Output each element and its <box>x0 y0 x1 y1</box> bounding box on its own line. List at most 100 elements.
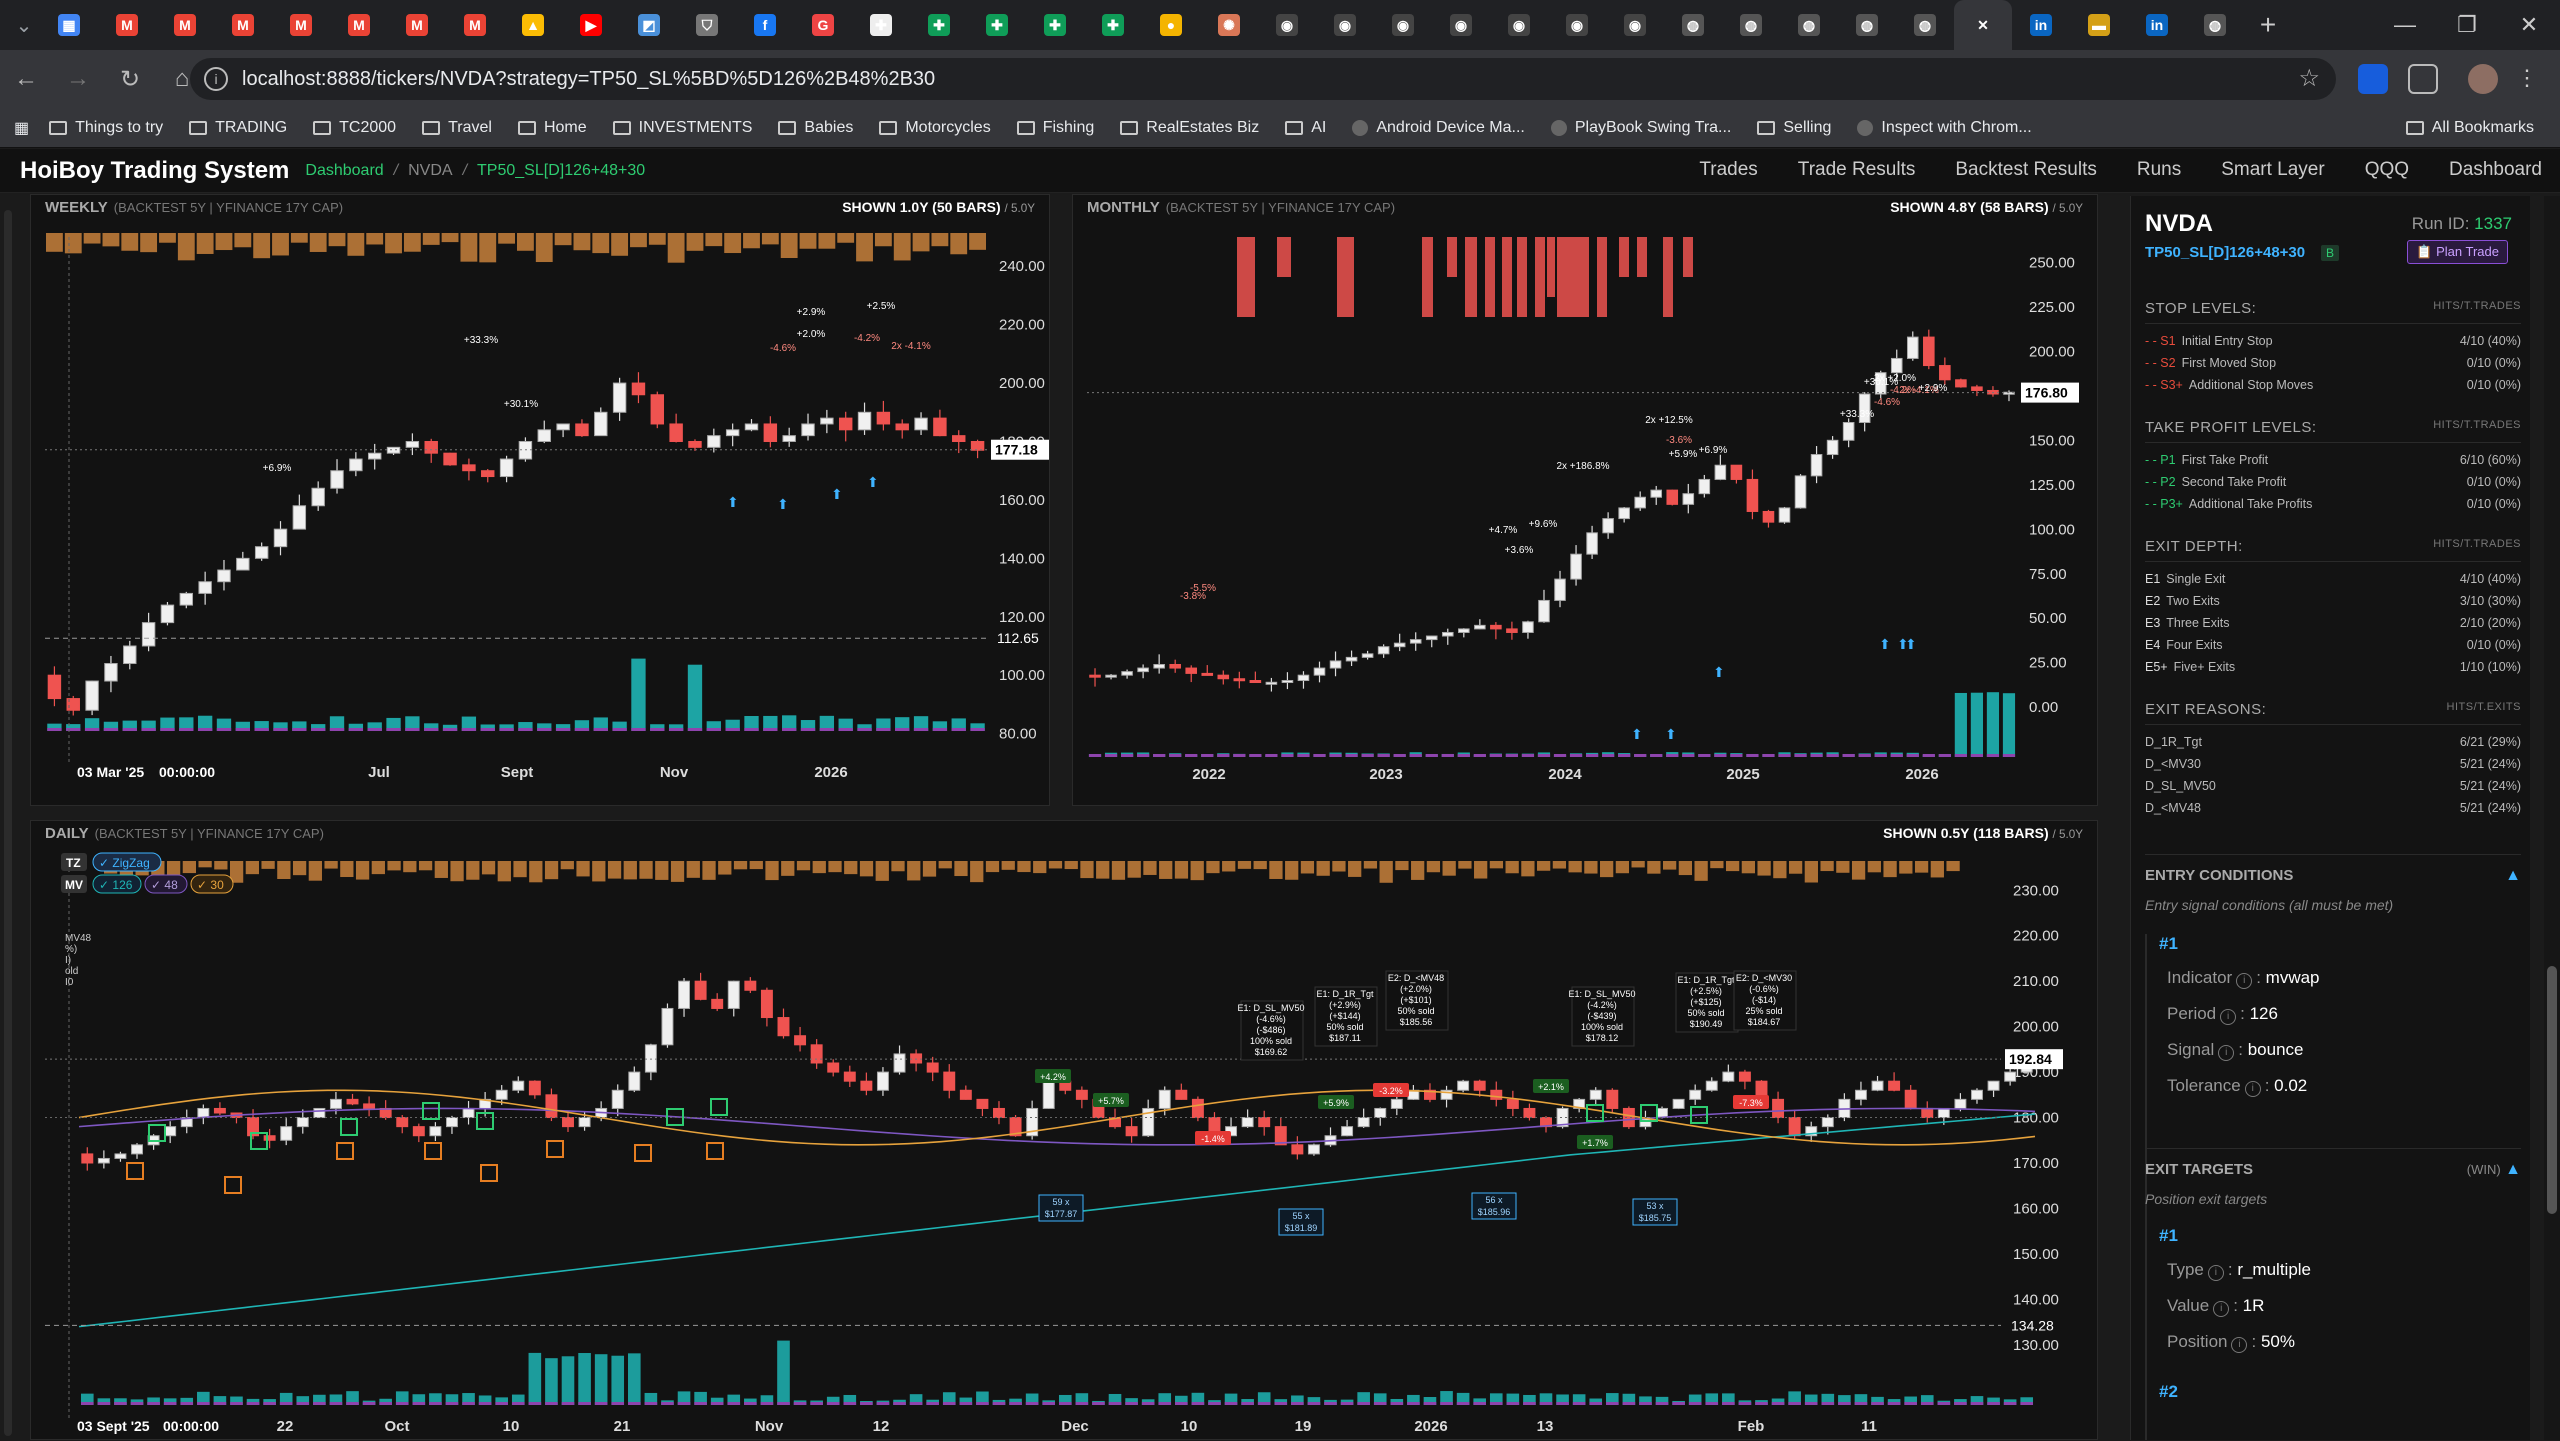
bookmark-fishing[interactable]: Fishing <box>1016 119 1094 137</box>
bookmark-babies[interactable]: Babies <box>778 119 853 137</box>
forward-button[interactable]: → <box>52 50 104 108</box>
browser-tab[interactable]: M <box>330 0 388 50</box>
browser-tab[interactable]: M <box>214 0 272 50</box>
info-icon[interactable]: i <box>2218 1045 2235 1061</box>
browser-tab[interactable]: ⛉ <box>678 0 736 50</box>
browser-tab[interactable]: ▲ <box>504 0 562 50</box>
nav-trades[interactable]: Trades <box>1699 159 1757 181</box>
nav-qqq[interactable]: QQQ <box>2365 159 2409 181</box>
new-tab-button[interactable]: + <box>2244 9 2292 41</box>
app-title[interactable]: HoiBoy Trading System <box>20 157 289 185</box>
close-window-button[interactable]: ✕ <box>2498 0 2560 50</box>
browser-tab[interactable]: M <box>272 0 330 50</box>
back-button[interactable]: ← <box>0 50 52 108</box>
maximize-button[interactable]: ❐ <box>2436 0 2498 50</box>
plan-trade-button[interactable]: 📋 Plan Trade <box>2407 240 2508 264</box>
bookmark-inspect-with-chrom-[interactable]: Inspect with Chrom... <box>1857 119 2032 137</box>
reload-button[interactable]: ↻ <box>104 50 156 108</box>
browser-tab[interactable]: ◩ <box>620 0 678 50</box>
address-bar[interactable]: i localhost:8888/tickers/NVDA?strategy=T… <box>190 58 2336 100</box>
browser-tab[interactable]: ◉ <box>1432 0 1490 50</box>
browser-tab[interactable]: M <box>446 0 504 50</box>
info-icon[interactable]: i <box>2236 973 2253 989</box>
browser-tab[interactable]: ◉ <box>1258 0 1316 50</box>
bookmark-motorcycles[interactable]: Motorcycles <box>879 119 991 137</box>
browser-tab[interactable]: ✚ <box>1084 0 1142 50</box>
browser-tab[interactable]: ◍ <box>1838 0 1896 50</box>
browser-tab[interactable]: M <box>156 0 214 50</box>
minimize-button[interactable]: — <box>2374 0 2436 50</box>
info-icon[interactable]: i <box>2231 1337 2248 1353</box>
collapse-triangle-icon[interactable]: ▲ <box>2505 867 2521 885</box>
browser-tab[interactable]: ◍ <box>1722 0 1780 50</box>
side-panel-scrollbar[interactable] <box>2544 196 2560 1440</box>
bookmark-tc2000[interactable]: TC2000 <box>313 119 396 137</box>
bookmark-star-icon[interactable]: ☆ <box>2298 64 2320 93</box>
browser-tab[interactable]: ◉ <box>1490 0 1548 50</box>
bitwarden-extension-icon[interactable] <box>2358 64 2388 94</box>
scrollbar-thumb[interactable] <box>2547 966 2557 1214</box>
browser-tab[interactable]: ▶ <box>562 0 620 50</box>
extensions-puzzle-icon[interactable] <box>2408 64 2438 94</box>
browser-tab[interactable]: ◉ <box>1606 0 1664 50</box>
menu-kebab-icon[interactable]: ⋮ <box>2516 64 2538 94</box>
browser-tab[interactable]: ● <box>1142 0 1200 50</box>
collapse-triangle-icon[interactable]: ▲ <box>2505 1161 2521 1178</box>
all-bookmarks[interactable]: All Bookmarks <box>2405 119 2534 137</box>
browser-tab[interactable]: ◍ <box>1896 0 1954 50</box>
browser-tab[interactable]: ◍ <box>2186 0 2244 50</box>
browser-tab[interactable]: G <box>794 0 852 50</box>
nav-smart-layer[interactable]: Smart Layer <box>2221 159 2324 181</box>
info-icon[interactable]: i <box>2207 1265 2224 1281</box>
browser-tab[interactable]: ▦ <box>40 0 98 50</box>
browser-tab[interactable]: ▬ <box>2070 0 2128 50</box>
browser-tab[interactable]: ◉ <box>1548 0 1606 50</box>
bookmark-things-to-try[interactable]: Things to try <box>49 119 163 137</box>
exit-targets-header[interactable]: EXIT TARGETS (WIN) ▲ Position exit targe… <box>2145 1148 2521 1207</box>
apps-grid-icon[interactable]: ▦ <box>14 118 29 138</box>
bookmark-selling[interactable]: Selling <box>1757 119 1831 137</box>
site-info-icon[interactable]: i <box>204 67 228 91</box>
nav-runs[interactable]: Runs <box>2137 159 2181 181</box>
daily-chart[interactable]: 230.00220.00210.00200.00190.00180.00170.… <box>31 843 2099 1441</box>
profile-avatar[interactable] <box>2468 64 2498 94</box>
browser-tab[interactable]: ✚ <box>1026 0 1084 50</box>
bookmark-investments[interactable]: INVESTMENTS <box>612 119 752 137</box>
browser-tab[interactable]: M <box>388 0 446 50</box>
bookmark-trading[interactable]: TRADING <box>189 119 287 137</box>
browser-tab[interactable]: ◉ <box>1316 0 1374 50</box>
browser-tab[interactable]: in <box>2012 0 2070 50</box>
breadcrumb-dashboard[interactable]: Dashboard <box>305 162 383 179</box>
browser-tab[interactable]: M <box>98 0 156 50</box>
bookmark-realestates-biz[interactable]: RealEstates Biz <box>1120 119 1259 137</box>
browser-tab[interactable]: ✚ <box>910 0 968 50</box>
bookmark-ai[interactable]: AI <box>1285 119 1326 137</box>
strategy-name[interactable]: TP50_SL[D]126+48+30 <box>2145 244 2305 261</box>
tab-search-button[interactable]: ⌄ <box>8 0 40 50</box>
info-icon[interactable]: i <box>2213 1301 2230 1317</box>
entry-conditions-header[interactable]: ENTRY CONDITIONS ▲ Entry signal conditio… <box>2145 854 2521 913</box>
nav-trade-results[interactable]: Trade Results <box>1798 159 1916 181</box>
nav-dashboard[interactable]: Dashboard <box>2449 159 2542 181</box>
bookmark-android-device-ma-[interactable]: Android Device Ma... <box>1352 119 1525 137</box>
bookmark-playbook-swing-tra-[interactable]: PlayBook Swing Tra... <box>1550 119 1731 137</box>
info-icon[interactable]: i <box>2244 1081 2261 1097</box>
browser-tab[interactable]: ◉ <box>1374 0 1432 50</box>
bookmark-travel[interactable]: Travel <box>422 119 492 137</box>
breadcrumb-ticker[interactable]: NVDA <box>408 162 452 179</box>
nav-backtest-results[interactable]: Backtest Results <box>1955 159 2097 181</box>
browser-tab[interactable]: in <box>2128 0 2186 50</box>
monthly-chart[interactable]: 250.00225.00200.00175.00150.00125.00100.… <box>1073 217 2099 807</box>
browser-tab[interactable]: ✚ <box>968 0 1026 50</box>
browser-tab[interactable]: ✚ <box>852 0 910 50</box>
browser-tab[interactable]: f <box>736 0 794 50</box>
browser-tab[interactable]: ◍ <box>1664 0 1722 50</box>
browser-tab[interactable]: ✕ <box>1954 0 2012 50</box>
page-left-scrollbar[interactable] <box>4 210 12 1436</box>
bookmark-home[interactable]: Home <box>517 119 587 137</box>
volume-bar-base <box>1340 1402 1354 1405</box>
weekly-chart[interactable]: 240.00220.00200.00180.00160.00140.00120.… <box>31 217 1051 807</box>
browser-tab[interactable]: ◍ <box>1780 0 1838 50</box>
info-icon[interactable]: i <box>2220 1009 2237 1025</box>
browser-tab[interactable]: ✺ <box>1200 0 1258 50</box>
